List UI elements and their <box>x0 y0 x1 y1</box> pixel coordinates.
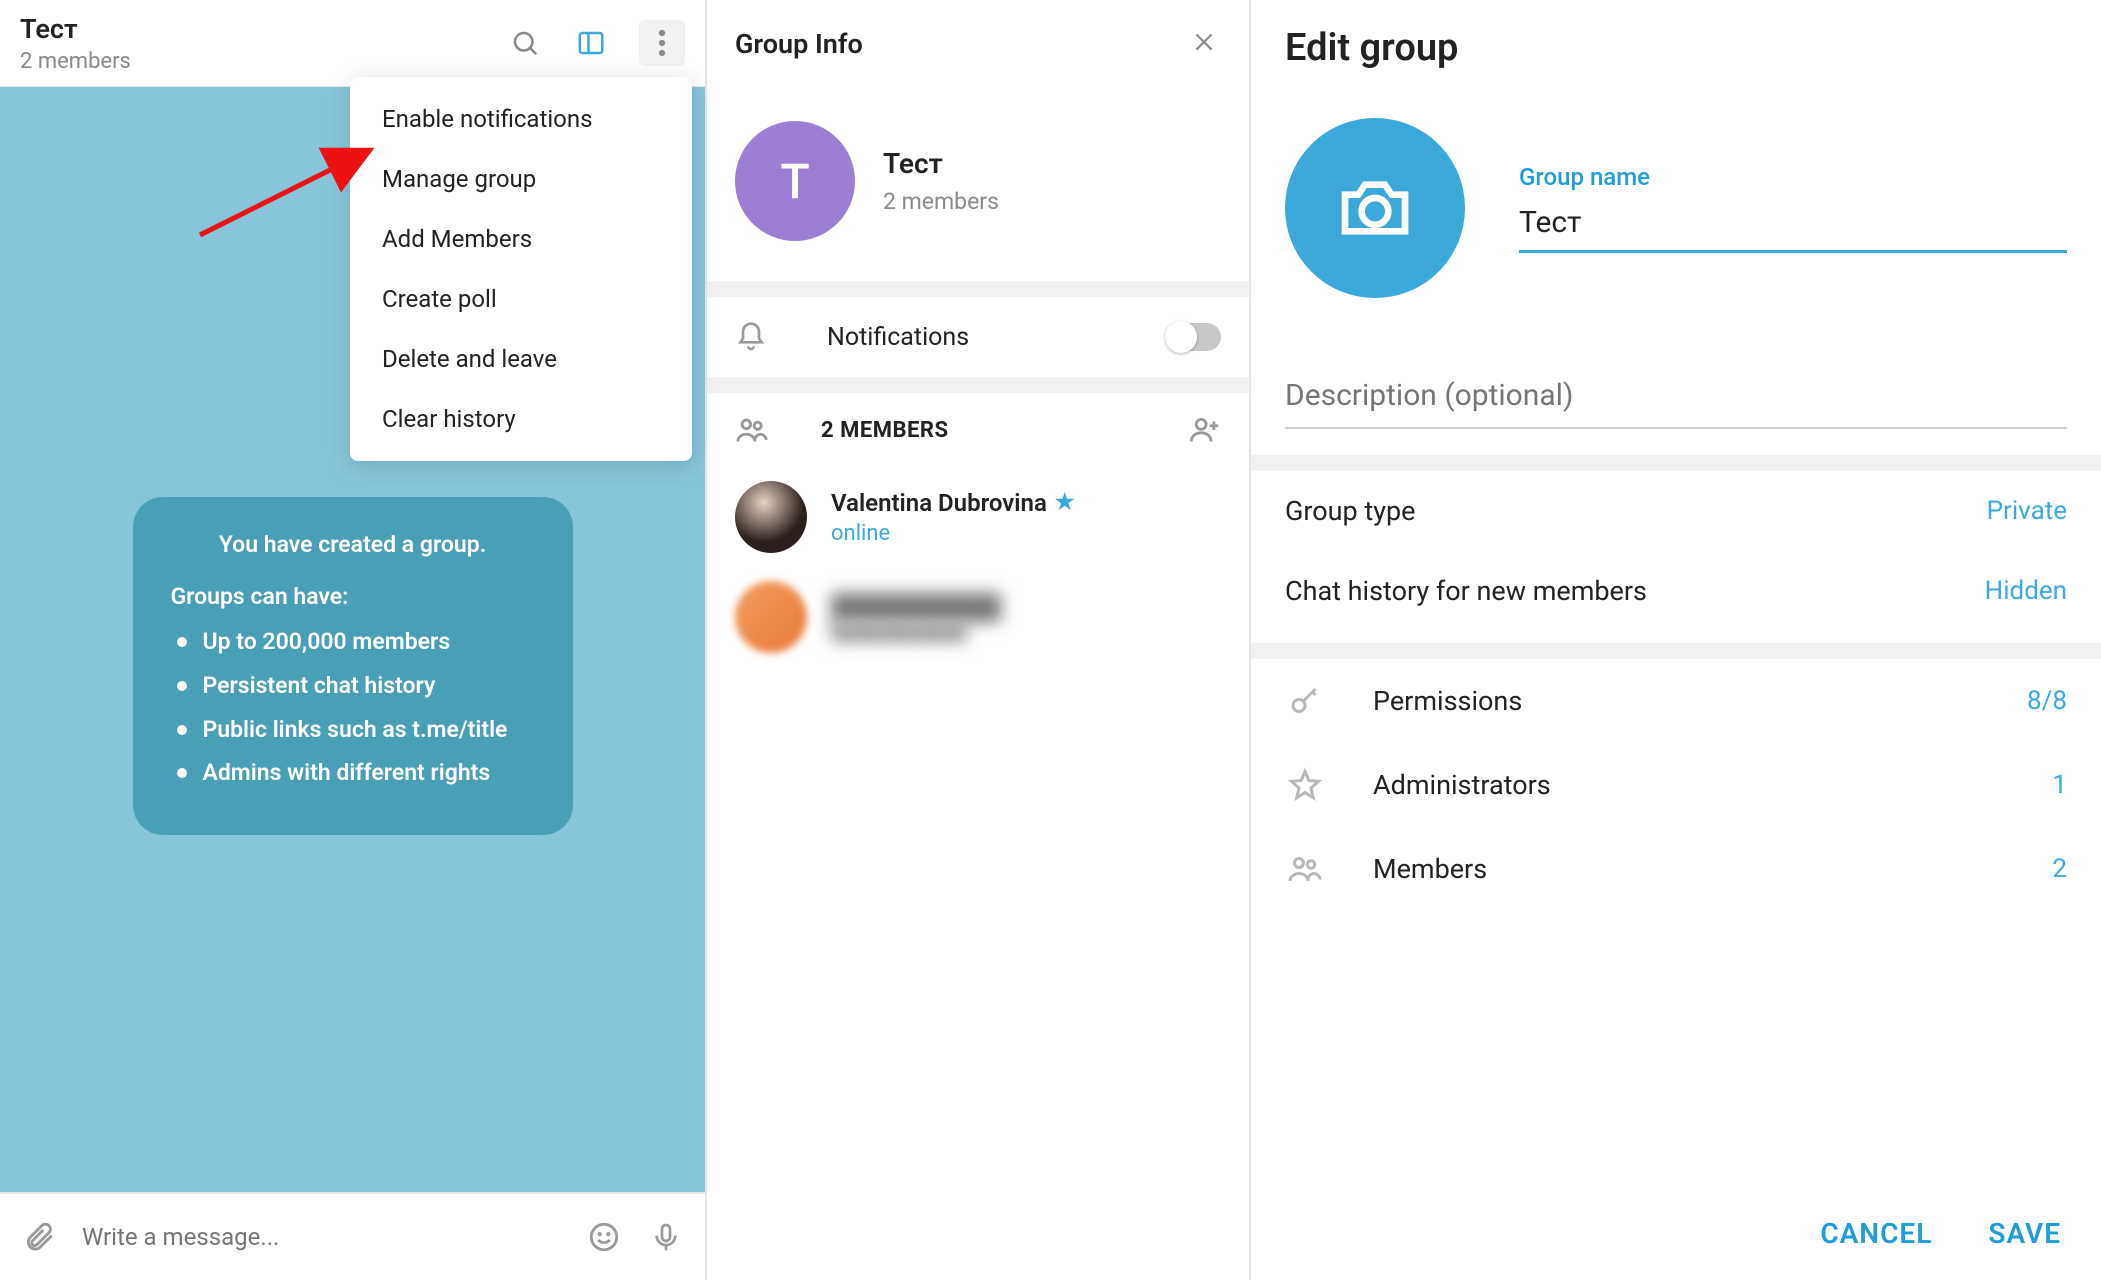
group-photo-button[interactable] <box>1285 118 1465 298</box>
administrators-value: 1 <box>2052 770 2067 800</box>
more-menu-icon[interactable] <box>639 20 685 66</box>
search-icon[interactable] <box>507 25 543 61</box>
separator <box>707 281 1249 297</box>
members-icon <box>735 413 769 447</box>
members-icon <box>1285 849 1325 889</box>
chat-header: Тест 2 members <box>0 0 705 87</box>
bubble-item: Public links such as t.me/title <box>171 712 535 748</box>
notifications-toggle[interactable] <box>1165 323 1221 351</box>
chat-title[interactable]: Тест <box>20 13 507 45</box>
group-avatar[interactable]: T <box>735 121 855 241</box>
member-avatar <box>735 581 807 653</box>
members-row[interactable]: Members 2 <box>1251 827 2101 911</box>
chat-history-row[interactable]: Chat history for new members Hidden <box>1251 551 2101 631</box>
member-avatar <box>735 481 807 553</box>
menu-clear-history[interactable]: Clear history <box>350 389 692 449</box>
bubble-title: You have created a group. <box>171 527 535 563</box>
members-value: 2 <box>2052 854 2067 884</box>
group-info-header: Group Info <box>707 0 1249 87</box>
separator <box>1251 455 2101 471</box>
administrators-label: Administrators <box>1373 769 2004 801</box>
save-button[interactable]: SAVE <box>1988 1217 2061 1250</box>
bubble-item: Up to 200,000 members <box>171 624 535 660</box>
attach-icon[interactable] <box>20 1218 58 1256</box>
menu-manage-group[interactable]: Manage group <box>350 149 692 209</box>
description-input[interactable] <box>1285 378 2067 429</box>
members-label: Members <box>1373 853 2004 885</box>
emoji-icon[interactable] <box>585 1218 623 1256</box>
groupname-input[interactable] <box>1519 205 2067 253</box>
chat-history-value: Hidden <box>1985 576 2067 606</box>
permissions-row[interactable]: Permissions 8/8 <box>1251 659 2101 743</box>
group-type-label: Group type <box>1285 495 1987 527</box>
member-name: Valentina Dubrovina <box>831 489 1047 517</box>
menu-add-members[interactable]: Add Members <box>350 209 692 269</box>
cancel-button[interactable]: CANCEL <box>1820 1217 1932 1250</box>
member-name-hidden: ██████████ <box>831 593 1001 622</box>
group-created-bubble: You have created a group. Groups can hav… <box>133 497 573 835</box>
menu-delete-and-leave[interactable]: Delete and leave <box>350 329 692 389</box>
add-member-icon[interactable] <box>1187 413 1221 447</box>
annotation-arrow-icon <box>190 135 390 245</box>
notifications-row[interactable]: Notifications <box>707 297 1249 377</box>
members-header-label: 2 MEMBERS <box>821 418 1135 443</box>
member-status-hidden: ████████████ <box>831 622 1001 642</box>
star-icon: ★ <box>1055 490 1075 515</box>
chat-history-label: Chat history for new members <box>1285 575 1985 607</box>
camera-icon <box>1335 168 1415 248</box>
more-dropdown: Enable notifications Manage group Add Me… <box>350 77 692 461</box>
member-row[interactable]: Valentina Dubrovina ★ online <box>707 467 1249 567</box>
chat-members-count: 2 members <box>20 49 507 74</box>
permissions-value: 8/8 <box>2027 686 2067 716</box>
bell-icon <box>735 321 767 353</box>
member-status: online <box>831 521 1075 546</box>
group-name: Тест <box>883 147 999 180</box>
edit-group-title: Edit group <box>1251 0 2101 82</box>
group-members-count: 2 members <box>883 188 999 215</box>
groupname-label: Group name <box>1519 163 2067 191</box>
star-outline-icon <box>1285 765 1325 805</box>
sidebar-toggle-icon[interactable] <box>573 25 609 61</box>
key-icon <box>1285 681 1325 721</box>
administrators-row[interactable]: Administrators 1 <box>1251 743 2101 827</box>
member-row[interactable]: ██████████ ████████████ <box>707 567 1249 667</box>
notifications-label: Notifications <box>827 323 1105 352</box>
bubble-item: Persistent chat history <box>171 668 535 704</box>
message-composer <box>0 1192 705 1280</box>
separator <box>707 377 1249 393</box>
menu-create-poll[interactable]: Create poll <box>350 269 692 329</box>
permissions-label: Permissions <box>1373 685 1979 717</box>
menu-enable-notifications[interactable]: Enable notifications <box>350 89 692 149</box>
message-input[interactable] <box>82 1223 561 1251</box>
separator <box>1251 643 2101 659</box>
avatar-letter: T <box>780 153 809 210</box>
bubble-subtitle: Groups can have: <box>171 579 535 615</box>
group-type-row[interactable]: Group type Private <box>1251 471 2101 551</box>
group-info-title: Group Info <box>735 28 863 60</box>
close-icon[interactable] <box>1191 29 1221 59</box>
bubble-item: Admins with different rights <box>171 755 535 791</box>
voice-icon[interactable] <box>647 1218 685 1256</box>
group-type-value: Private <box>1987 496 2067 526</box>
